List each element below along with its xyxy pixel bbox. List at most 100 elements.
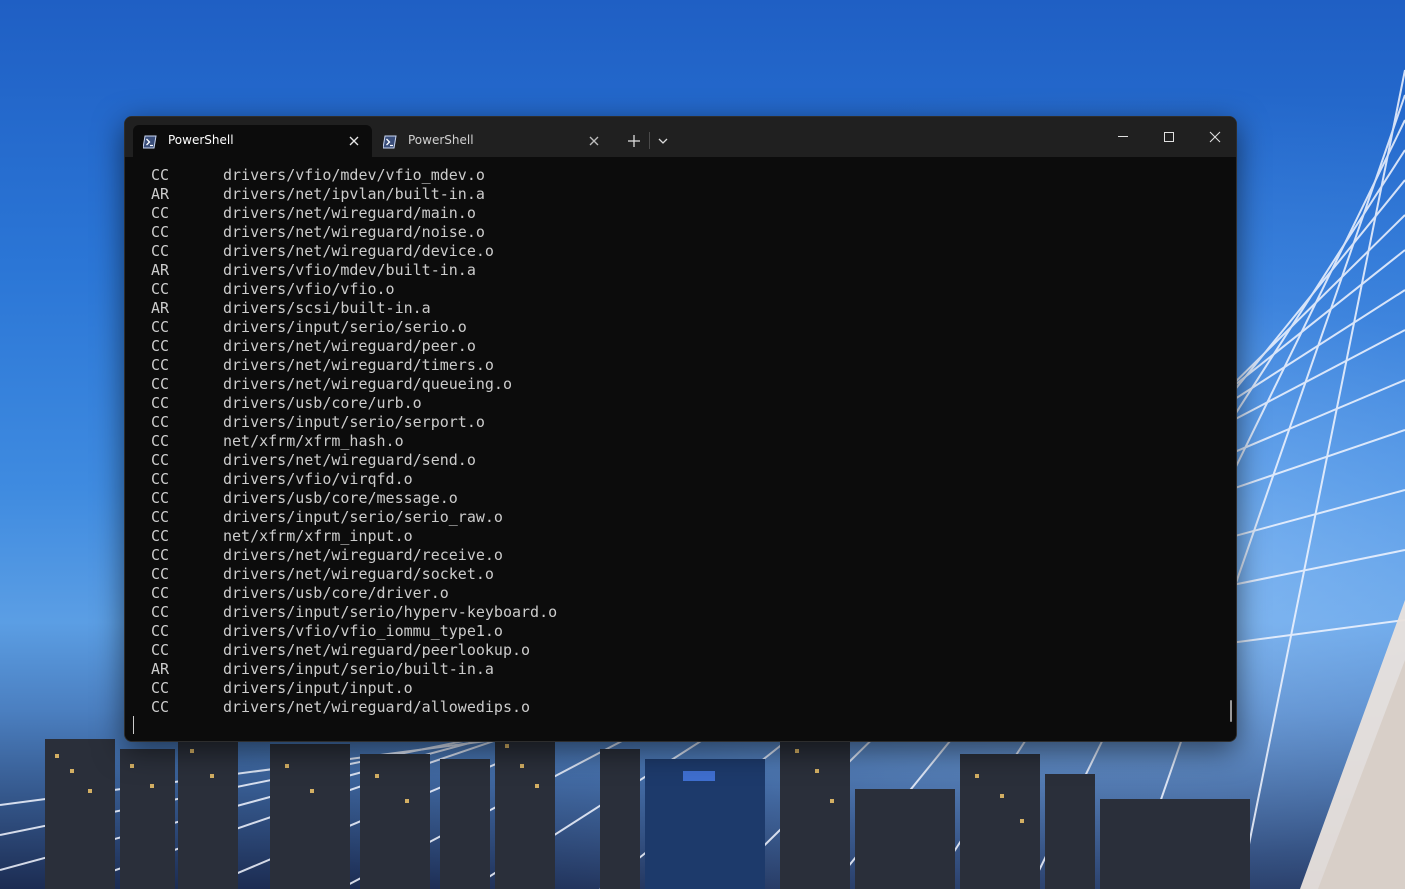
minimize-button[interactable] bbox=[1100, 117, 1146, 157]
console-line: CC drivers/usb/core/driver.o bbox=[151, 584, 449, 603]
tab-powershell-2[interactable]: PowerShell bbox=[373, 125, 612, 157]
tab-separator bbox=[649, 132, 650, 149]
console-line: CC drivers/net/wireguard/timers.o bbox=[151, 356, 494, 375]
build-path: drivers/net/wireguard/allowedips.o bbox=[223, 698, 531, 716]
build-step: CC bbox=[151, 527, 170, 545]
build-step: CC bbox=[151, 204, 170, 222]
build-step: CC bbox=[151, 337, 170, 355]
title-bar[interactable]: PowerShell PowerShell bbox=[125, 117, 1236, 157]
build-path: drivers/input/serio/serport.o bbox=[223, 413, 485, 431]
build-path: net/xfrm/xfrm_input.o bbox=[223, 527, 413, 545]
build-step: AR bbox=[151, 185, 170, 203]
console-line: CC drivers/vfio/mdev/vfio_mdev.o bbox=[151, 166, 485, 185]
build-path: drivers/input/serio/built-in.a bbox=[223, 660, 494, 678]
build-path: drivers/net/wireguard/noise.o bbox=[223, 223, 485, 241]
console-line: CC drivers/net/wireguard/socket.o bbox=[151, 565, 494, 584]
text-cursor bbox=[133, 716, 134, 734]
build-step: AR bbox=[151, 660, 170, 678]
build-step: CC bbox=[151, 679, 170, 697]
console-line: CC drivers/net/wireguard/peer.o bbox=[151, 337, 476, 356]
build-path: drivers/net/wireguard/send.o bbox=[223, 451, 476, 469]
build-step: CC bbox=[151, 413, 170, 431]
build-step: CC bbox=[151, 356, 170, 374]
maximize-button[interactable] bbox=[1146, 117, 1192, 157]
powershell-icon bbox=[142, 134, 157, 149]
build-step: CC bbox=[151, 489, 170, 507]
build-step: CC bbox=[151, 375, 170, 393]
build-step: CC bbox=[151, 318, 170, 336]
build-step: CC bbox=[151, 508, 170, 526]
build-path: drivers/net/ipvlan/built-in.a bbox=[223, 185, 485, 203]
terminal-window: PowerShell PowerShell CC drivers/vfio/md… bbox=[124, 116, 1237, 742]
build-path: drivers/vfio/mdev/vfio_mdev.o bbox=[223, 166, 485, 184]
build-path: drivers/net/wireguard/socket.o bbox=[223, 565, 494, 583]
build-step: CC bbox=[151, 546, 170, 564]
console-line: CC drivers/net/wireguard/noise.o bbox=[151, 223, 485, 242]
tab-title: PowerShell bbox=[408, 133, 474, 147]
build-path: drivers/vfio/vfio_iommu_type1.o bbox=[223, 622, 503, 640]
build-step: AR bbox=[151, 261, 170, 279]
build-path: drivers/input/serio/hyperv-keyboard.o bbox=[223, 603, 558, 621]
build-step: CC bbox=[151, 622, 170, 640]
tab-title: PowerShell bbox=[168, 133, 234, 147]
build-step: CC bbox=[151, 223, 170, 241]
build-path: drivers/scsi/built-in.a bbox=[223, 299, 431, 317]
build-step: CC bbox=[151, 432, 170, 450]
console-line: CC drivers/input/serio/hyperv-keyboard.o bbox=[151, 603, 557, 622]
chevron-down-icon[interactable] bbox=[653, 130, 673, 152]
build-step: CC bbox=[151, 584, 170, 602]
build-path: drivers/net/wireguard/receive.o bbox=[223, 546, 503, 564]
build-path: net/xfrm/xfrm_hash.o bbox=[223, 432, 404, 450]
build-step: CC bbox=[151, 565, 170, 583]
powershell-icon bbox=[382, 134, 397, 149]
build-path: drivers/usb/core/driver.o bbox=[223, 584, 449, 602]
console-line: CC drivers/input/input.o bbox=[151, 679, 413, 698]
close-tab-icon[interactable] bbox=[347, 133, 361, 147]
console-line: CC drivers/net/wireguard/device.o bbox=[151, 242, 494, 261]
build-path: drivers/net/wireguard/queueing.o bbox=[223, 375, 512, 393]
build-path: drivers/net/wireguard/device.o bbox=[223, 242, 494, 260]
console-line: CC drivers/input/serio/serport.o bbox=[151, 413, 485, 432]
close-icon bbox=[1209, 131, 1221, 143]
console-line: CC drivers/input/serio/serio_raw.o bbox=[151, 508, 503, 527]
console-line: CC drivers/net/wireguard/send.o bbox=[151, 451, 476, 470]
console-line: CC drivers/usb/core/message.o bbox=[151, 489, 458, 508]
close-tab-icon[interactable] bbox=[587, 133, 601, 147]
scrollbar-thumb[interactable] bbox=[1230, 700, 1232, 722]
close-window-button[interactable] bbox=[1192, 117, 1236, 157]
build-step: CC bbox=[151, 394, 170, 412]
build-path: drivers/usb/core/message.o bbox=[223, 489, 458, 507]
new-tab-icon[interactable] bbox=[622, 130, 646, 152]
build-path: drivers/net/wireguard/peer.o bbox=[223, 337, 476, 355]
console-output[interactable]: CC drivers/vfio/mdev/vfio_mdev.o AR driver… bbox=[125, 157, 1236, 741]
console-line: CC drivers/vfio/vfio_iommu_type1.o bbox=[151, 622, 503, 641]
console-line: CC drivers/vfio/virqfd.o bbox=[151, 470, 413, 489]
build-path: drivers/input/serio/serio.o bbox=[223, 318, 467, 336]
build-path: drivers/vfio/vfio.o bbox=[223, 280, 395, 298]
console-line: CC drivers/net/wireguard/allowedips.o bbox=[151, 698, 530, 717]
build-step: CC bbox=[151, 698, 170, 716]
console-line: CC drivers/vfio/vfio.o bbox=[151, 280, 395, 299]
build-path: drivers/vfio/virqfd.o bbox=[223, 470, 413, 488]
console-line: AR drivers/scsi/built-in.a bbox=[151, 299, 431, 318]
console-line: CC drivers/net/wireguard/receive.o bbox=[151, 546, 503, 565]
build-path: drivers/net/wireguard/peerlookup.o bbox=[223, 641, 531, 659]
console-line: CC net/xfrm/xfrm_input.o bbox=[151, 527, 413, 546]
build-step: CC bbox=[151, 242, 170, 260]
console-line: CC drivers/input/serio/serio.o bbox=[151, 318, 467, 337]
build-step: AR bbox=[151, 299, 170, 317]
console-line: CC drivers/net/wireguard/peerlookup.o bbox=[151, 641, 530, 660]
build-path: drivers/vfio/mdev/built-in.a bbox=[223, 261, 476, 279]
build-path: drivers/input/serio/serio_raw.o bbox=[223, 508, 503, 526]
build-step: CC bbox=[151, 166, 170, 184]
build-step: CC bbox=[151, 603, 170, 621]
build-step: CC bbox=[151, 451, 170, 469]
console-line: AR drivers/vfio/mdev/built-in.a bbox=[151, 261, 476, 280]
tab-powershell-1[interactable]: PowerShell bbox=[133, 125, 372, 157]
build-path: drivers/net/wireguard/timers.o bbox=[223, 356, 494, 374]
build-path: drivers/usb/core/urb.o bbox=[223, 394, 422, 412]
console-line: CC drivers/usb/core/urb.o bbox=[151, 394, 422, 413]
minimize-icon bbox=[1118, 136, 1128, 137]
city-skyline-graphic bbox=[45, 729, 1250, 889]
console-line: CC net/xfrm/xfrm_hash.o bbox=[151, 432, 404, 451]
